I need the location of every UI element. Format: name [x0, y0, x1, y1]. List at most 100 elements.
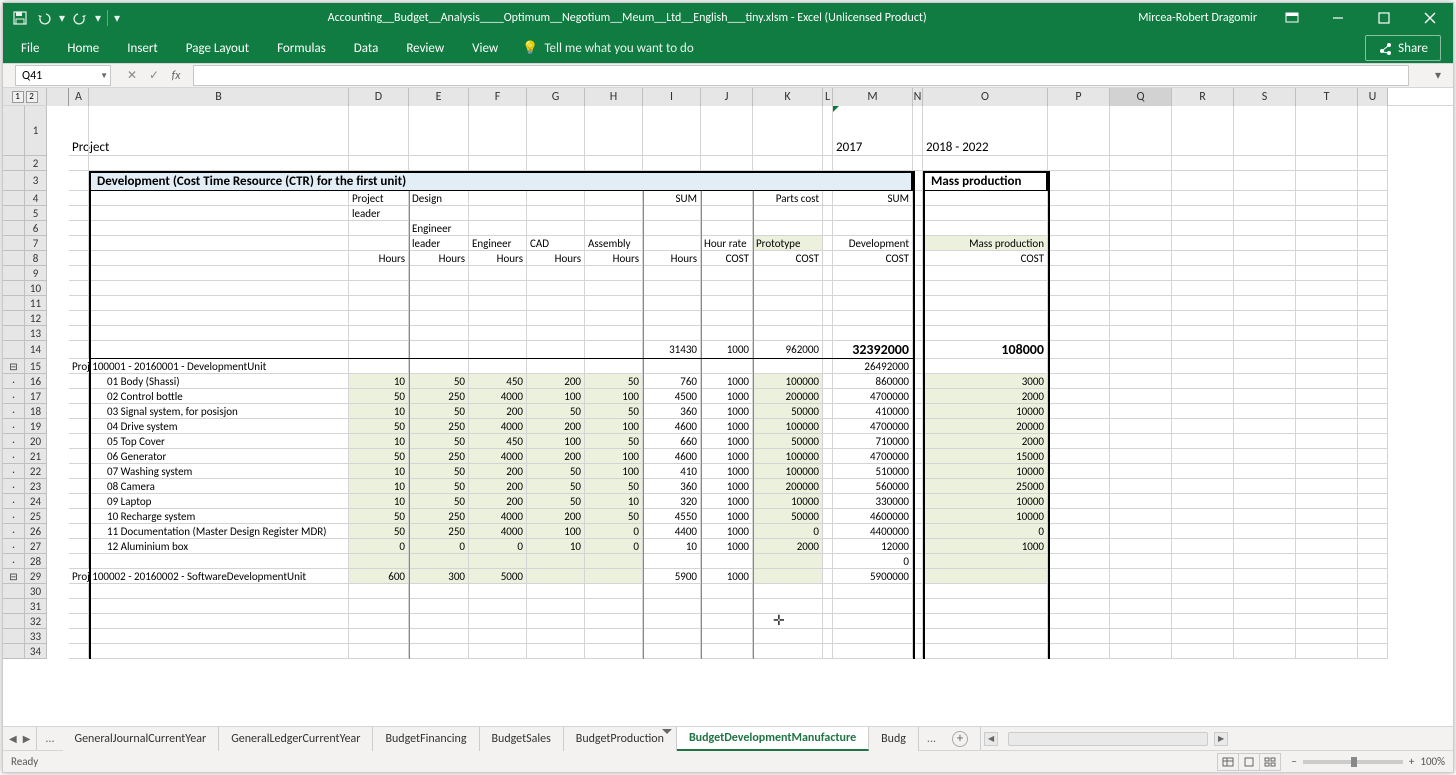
cell-F19[interactable]: 4000 [469, 419, 527, 434]
cell-K18[interactable]: 50000 [753, 404, 823, 419]
cell-D16[interactable]: 10 [349, 374, 409, 389]
cell-D22[interactable]: 10 [349, 464, 409, 479]
total-o14[interactable]: 108000 [923, 341, 1048, 359]
cell-K19[interactable]: 100000 [753, 419, 823, 434]
cell-H24[interactable]: 10 [585, 494, 643, 509]
col-header-N[interactable]: N [913, 88, 923, 106]
cell-I18[interactable]: 360 [643, 404, 701, 419]
redo-dropdown-icon[interactable]: ▾ [93, 7, 103, 29]
qat-customize-icon[interactable]: ▾ [112, 7, 122, 29]
sheet-tab-GeneralLedgerCurrentYear[interactable]: GeneralLedgerCurrentYear [219, 727, 373, 751]
col-header-E[interactable]: E [409, 88, 469, 106]
formula-input[interactable] [193, 65, 1409, 86]
select-all-corner[interactable] [47, 88, 69, 106]
cell-G25[interactable]: 200 [527, 509, 585, 524]
col-header-U[interactable]: U [1358, 88, 1388, 106]
cell-K25[interactable]: 50000 [753, 509, 823, 524]
row-header-5[interactable]: 5 [25, 206, 47, 221]
cell-H25[interactable]: 50 [585, 509, 643, 524]
cell-G23[interactable]: 50 [527, 479, 585, 494]
cell-O21[interactable]: 15000 [923, 449, 1048, 464]
col-header-A[interactable]: A [69, 88, 89, 106]
cell-O22[interactable]: 10000 [923, 464, 1048, 479]
cell-D20[interactable]: 10 [349, 434, 409, 449]
ribbon-tab-view[interactable]: View [458, 33, 512, 63]
item-25[interactable]: 10 Recharge system [89, 509, 349, 524]
cell-J19[interactable]: 1000 [701, 419, 753, 434]
cell-G29[interactable] [527, 569, 585, 584]
cell-D28[interactable] [349, 554, 409, 569]
cell-M22[interactable]: 510000 [833, 464, 913, 479]
col-header-K[interactable]: K [753, 88, 823, 106]
cell-F23[interactable]: 200 [469, 479, 527, 494]
hdr-prototype[interactable]: Prototype [753, 236, 823, 251]
row-header-27[interactable]: 27 [25, 539, 47, 554]
row-header-19[interactable]: 19 [25, 419, 47, 434]
row-header-18[interactable]: 18 [25, 404, 47, 419]
col-header-P[interactable]: P [1048, 88, 1110, 106]
cell-F27[interactable]: 0 [469, 539, 527, 554]
cell-K26[interactable]: 0 [753, 524, 823, 539]
row-header-3[interactable]: 3 [25, 171, 47, 191]
row-header-11[interactable]: 11 [25, 296, 47, 311]
hdr-assembly[interactable]: Assembly [585, 236, 643, 251]
hdr-cad[interactable]: CAD [527, 236, 585, 251]
col-header-L[interactable]: L [823, 88, 833, 106]
sheet-tab-BudgetFinancing[interactable]: BudgetFinancing [373, 727, 479, 751]
cell-F24[interactable]: 200 [469, 494, 527, 509]
row-header-22[interactable]: 22 [25, 464, 47, 479]
sheet-tab-Budg[interactable]: Budg [869, 727, 919, 751]
row-header-12[interactable]: 12 [25, 311, 47, 326]
row-header-17[interactable]: 17 [25, 389, 47, 404]
hdr-engineer2[interactable]: Engineer [469, 236, 527, 251]
col-header-R[interactable]: R [1172, 88, 1234, 106]
cell-G20[interactable]: 100 [527, 434, 585, 449]
proj1-label[interactable]: Proj 100001 - 20160001 - DevelopmentUnit [69, 359, 349, 374]
cell-G19[interactable]: 200 [527, 419, 585, 434]
minimize-button[interactable] [1315, 3, 1361, 33]
cell-J23[interactable]: 1000 [701, 479, 753, 494]
cell-O29[interactable] [923, 569, 1048, 584]
cell-E21[interactable]: 250 [409, 449, 469, 464]
cell-K23[interactable]: 200000 [753, 479, 823, 494]
cell-F17[interactable]: 4000 [469, 389, 527, 404]
cell-J16[interactable]: 1000 [701, 374, 753, 389]
cell-E29[interactable]: 300 [409, 569, 469, 584]
col-header-M[interactable]: M [833, 88, 913, 106]
cell-K20[interactable]: 50000 [753, 434, 823, 449]
cell-O26[interactable]: 0 [923, 524, 1048, 539]
cell-G16[interactable]: 200 [527, 374, 585, 389]
cell-H22[interactable]: 100 [585, 464, 643, 479]
cell-O27[interactable]: 1000 [923, 539, 1048, 554]
outline-collapse-15[interactable]: ⊟ [3, 359, 25, 374]
cell-E23[interactable]: 50 [409, 479, 469, 494]
formula-enter-icon[interactable]: ✓ [143, 68, 165, 83]
total-i14[interactable]: 31430 [643, 341, 701, 359]
cell-O25[interactable]: 10000 [923, 509, 1048, 524]
item-16[interactable]: 01 Body (Shassi) [89, 374, 349, 389]
row-header-9[interactable]: 9 [25, 266, 47, 281]
redo-icon[interactable] [69, 7, 91, 29]
hdr-sum[interactable]: SUM [643, 191, 701, 206]
cell-I19[interactable]: 4600 [643, 419, 701, 434]
cell-J18[interactable]: 1000 [701, 404, 753, 419]
col-header-H[interactable]: H [585, 88, 643, 106]
item-20[interactable]: 05 Top Cover [89, 434, 349, 449]
cell-I27[interactable]: 10 [643, 539, 701, 554]
cell-year2[interactable]: 2018 - 2022 [923, 106, 1048, 156]
cell-M19[interactable]: 4700000 [833, 419, 913, 434]
cell-J17[interactable]: 1000 [701, 389, 753, 404]
cell-G17[interactable]: 100 [527, 389, 585, 404]
row-header-31[interactable]: 31 [25, 599, 47, 614]
row-header-6[interactable]: 6 [25, 221, 47, 236]
cell-M23[interactable]: 560000 [833, 479, 913, 494]
hdr-cost-m[interactable]: COST [833, 251, 913, 266]
col-header-D[interactable]: D [349, 88, 409, 106]
outline-level-1[interactable]: 1 [12, 91, 24, 103]
cell-F22[interactable]: 200 [469, 464, 527, 479]
hdr-design[interactable]: Design [409, 191, 469, 206]
hdr-hours-I[interactable]: Hours [643, 251, 701, 266]
cell-H19[interactable]: 100 [585, 419, 643, 434]
hdr-mass-production[interactable]: Mass production [923, 236, 1048, 251]
hscroll-right[interactable]: ▶ [1214, 732, 1228, 746]
